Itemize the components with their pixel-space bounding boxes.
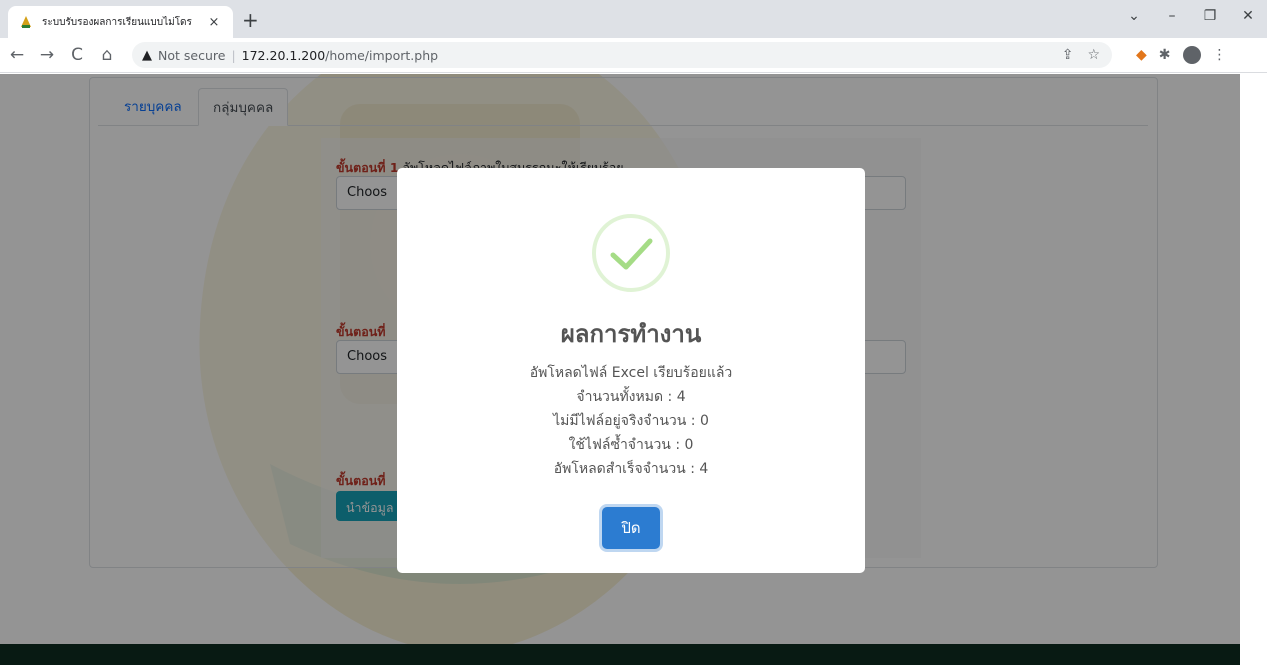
tab-title: ระบบรับรองผลการเรียนแบบไม่โดร: [42, 16, 192, 28]
minimize-button[interactable]: –: [1153, 8, 1191, 24]
total-count: จำนวนทั้งหมด : 4: [576, 389, 686, 405]
extensions-area: ◆ ✱ ⋮: [1136, 46, 1227, 64]
home-icon[interactable]: ⌂: [94, 45, 120, 65]
share-icon[interactable]: ⇪: [1062, 47, 1074, 63]
profile-icon[interactable]: [1182, 46, 1201, 64]
address-bar[interactable]: ▲ Not secure | 172.20.1.200/home/import.…: [132, 42, 1112, 68]
school-favicon-icon: [18, 14, 34, 30]
tab-close-icon[interactable]: ×: [205, 15, 223, 30]
menu-icon[interactable]: ⋮: [1213, 47, 1227, 63]
restore-button[interactable]: ❐: [1191, 8, 1229, 24]
reload-icon[interactable]: C: [64, 45, 90, 65]
extensions-icon[interactable]: ✱: [1159, 47, 1171, 63]
result-dialog: ผลการทำงาน อัพโหลดไฟล์ Excel เรียบร้อยแล…: [397, 168, 865, 573]
missing-count: ไม่มีไฟล์อยู่จริงจำนวน : 0: [553, 413, 709, 429]
url-host: 172.20.1.200: [241, 47, 326, 63]
success-check-icon: [592, 214, 670, 292]
page-content: รายบุคคล กลุ่มบุคคล ขั้นตอนที่ 1 อัพโหลด…: [0, 74, 1267, 665]
url-path: /home/import.php: [325, 47, 439, 63]
back-icon[interactable]: ←: [4, 45, 30, 65]
browser-toolbar: ← → C ⌂ ▲ Not secure | 172.20.1.200/home…: [0, 38, 1267, 73]
success-count: อัพโหลดสำเร็จจำนวน : 4: [553, 461, 709, 477]
browser-tabstrip: ระบบรับรองผลการเรียนแบบไม่โดร × + ⌄ – ❐ …: [0, 0, 1267, 38]
tab-search-icon[interactable]: ⌄: [1115, 8, 1153, 24]
window-controls: ⌄ – ❐ ✕: [1115, 0, 1267, 32]
dialog-title: ผลการทำงาน: [560, 320, 702, 348]
forward-icon[interactable]: →: [34, 45, 60, 65]
warning-icon[interactable]: ▲: [142, 48, 152, 63]
divider: |: [231, 47, 236, 63]
close-button[interactable]: ปิด: [602, 507, 660, 549]
metamask-icon[interactable]: ◆: [1136, 47, 1147, 63]
star-icon[interactable]: ☆: [1087, 47, 1100, 63]
browser-tab[interactable]: ระบบรับรองผลการเรียนแบบไม่โดร ×: [8, 6, 233, 38]
new-tab-button[interactable]: +: [242, 10, 259, 30]
duplicate-count: ใช้ไฟล์ซ้ำจำนวน : 0: [568, 437, 694, 453]
security-label: Not secure: [158, 47, 226, 63]
address-bar-actions: ⇪ ☆: [1062, 47, 1100, 63]
close-window-button[interactable]: ✕: [1229, 8, 1267, 24]
dialog-message: อัพโหลดไฟล์ Excel เรียบร้อยแล้ว: [529, 365, 733, 381]
